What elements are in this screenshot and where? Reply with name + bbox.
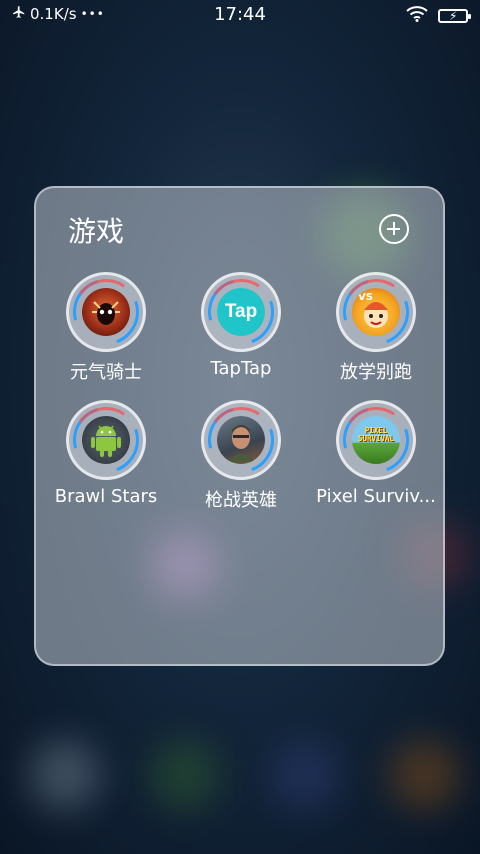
- app-icon-ring: [195, 394, 287, 486]
- soldier-icon: [217, 416, 265, 464]
- app-label: 元气骑士: [70, 362, 142, 383]
- battery-charging-icon: ⚡: [438, 9, 471, 23]
- vs-badge: VS: [358, 292, 373, 303]
- folder-title[interactable]: 游戏: [68, 210, 124, 250]
- pixel-survival-icon: PIXEL SURVIVAL: [352, 416, 400, 464]
- app-icon-ring: [60, 394, 152, 486]
- background-blob: [150, 740, 220, 810]
- app-icon-ring: [60, 266, 152, 358]
- status-right: ⚡: [406, 6, 471, 26]
- app-label: 放学别跑: [340, 362, 412, 383]
- background-blob: [390, 740, 460, 810]
- app-brawl-stars[interactable]: Brawl Stars: [36, 394, 176, 507]
- app-icon-ring: VS: [330, 266, 422, 358]
- app-fangxuebiepao[interactable]: VS 放学别跑: [306, 266, 446, 384]
- app-label: 枪战英雄: [205, 490, 277, 511]
- taptap-logo-text: Tap: [224, 301, 258, 322]
- add-app-button[interactable]: [379, 214, 409, 244]
- soul-knight-icon: [82, 288, 130, 336]
- app-folder: 游戏 元气骑士 Tap TapTap VS 放学别跑 Brawl Stars 枪…: [34, 186, 445, 666]
- app-soul-knight[interactable]: 元气骑士: [36, 266, 176, 384]
- taptap-icon: Tap: [217, 288, 265, 336]
- background-blob: [270, 740, 340, 810]
- app-taptap[interactable]: Tap TapTap: [171, 266, 311, 379]
- pixel-survival-logo-text: PIXEL SURVIVAL: [357, 426, 395, 443]
- app-label: Brawl Stars: [54, 486, 158, 507]
- app-label: TapTap: [210, 358, 272, 379]
- app-label: Pixel Surviv...: [316, 486, 436, 507]
- app-qiangzhan-yingxiong[interactable]: 枪战英雄: [171, 394, 311, 512]
- background-blob: [30, 740, 100, 810]
- status-bar: 0.1K/s ••• 17:44 ⚡: [0, 0, 480, 30]
- app-icon-ring: Tap: [195, 266, 287, 358]
- app-pixel-survival[interactable]: PIXEL SURVIVAL Pixel Surviv...: [306, 394, 446, 507]
- android-icon: [82, 416, 130, 464]
- wifi-icon: [406, 6, 428, 26]
- app-icon-ring: PIXEL SURVIVAL: [330, 394, 422, 486]
- fangxuebiepao-icon: VS: [352, 288, 400, 336]
